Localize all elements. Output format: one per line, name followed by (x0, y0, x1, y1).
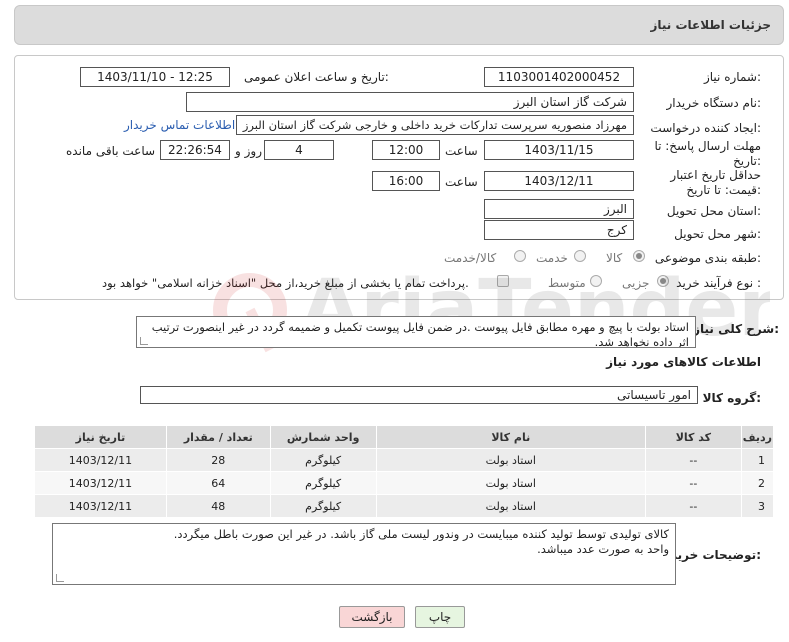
buyer-contact-link[interactable]: اطلاعات تماس خریدار (124, 118, 235, 132)
deadline-label: مهلت ارسال پاسخ: تا تاریخ: (654, 139, 761, 168)
category-radio-service[interactable] (574, 250, 586, 262)
col-header-need-date: تاریخ نیاز (34, 425, 167, 449)
cell-name: استاد بولت (375, 494, 646, 518)
cell-quantity: 48 (165, 494, 271, 518)
validity-time-field[interactable]: 16:00 (372, 171, 440, 191)
cell-unit: کیلوگرم (269, 448, 377, 472)
buyer-notes-textarea[interactable]: کالای تولیدی توسط تولید کننده میبایست در… (52, 523, 676, 585)
cell-code: -- (644, 494, 742, 518)
buyer-org-label: نام دستگاه خریدار: (666, 96, 762, 110)
category-option-goods: کالا (606, 251, 623, 265)
need-description-label: شرح کلی نیاز: (693, 322, 779, 336)
category-radio-goods-service[interactable] (514, 250, 526, 262)
col-header-code: کد کالا (644, 425, 742, 449)
deadline-time-field[interactable]: 12:00 (372, 140, 440, 160)
remaining-time-field[interactable]: 22:26:54 (160, 140, 230, 160)
creator-label: ایجاد کننده درخواست: (650, 121, 761, 135)
cell-row-number: 1 (740, 448, 775, 472)
cell-unit: کیلوگرم (269, 471, 377, 495)
category-radio-goods[interactable] (633, 250, 645, 262)
cell-need-date: 1403/12/11 (34, 471, 167, 495)
validity-time-label: ساعت (445, 175, 478, 189)
treasury-payment-checkbox[interactable] (497, 275, 509, 287)
cell-need-date: 1403/12/11 (34, 448, 167, 472)
page-title: جزئیات اطلاعات نیاز (650, 18, 771, 32)
table-row[interactable]: 3 -- استاد بولت کیلوگرم 48 1403/12/11 (34, 494, 775, 518)
need-number-label: شماره نیاز: (703, 70, 761, 84)
creator-field[interactable]: مهرزاد منصوریه سرپرست تدارکات خرید داخلی… (236, 115, 634, 135)
cell-quantity: 64 (165, 471, 271, 495)
process-radio-small[interactable] (657, 275, 669, 287)
col-header-quantity: تعداد / مقدار (165, 425, 271, 449)
cell-name: استاد بولت (375, 448, 646, 472)
cell-code: -- (644, 471, 742, 495)
cell-unit: کیلوگرم (269, 494, 377, 518)
cell-quantity: 28 (165, 448, 271, 472)
need-description-text: استاد بولت با پیچ و مهره مطابق فایل پیوس… (151, 320, 689, 348)
print-button[interactable]: چاپ (415, 606, 465, 628)
back-button[interactable]: بازگشت (339, 606, 405, 628)
cell-row-number: 2 (740, 471, 775, 495)
resize-handle-icon[interactable] (56, 574, 64, 582)
goods-table: ردیف کد کالا نام کالا واحد شمارش تعداد /… (34, 425, 775, 518)
table-row[interactable]: 1 -- استاد بولت کیلوگرم 28 1403/12/11 (34, 448, 775, 472)
city-label: شهر محل تحویل: (674, 227, 761, 241)
process-radio-medium[interactable] (590, 275, 602, 287)
treasury-payment-note: پرداخت تمام یا بخشی از مبلغ خرید،از محل … (102, 276, 469, 290)
col-header-row-number: ردیف (740, 425, 775, 449)
category-option-goods-service: کالا/خدمت (444, 251, 497, 265)
province-label: استان محل تحویل: (666, 204, 761, 218)
days-label: روز و (235, 144, 262, 158)
goods-group-field[interactable]: امور تاسیساتی (140, 386, 698, 404)
table-row[interactable]: 2 -- استاد بولت کیلوگرم 64 1403/12/11 (34, 471, 775, 495)
validity-date-field[interactable]: 1403/12/11 (484, 171, 634, 191)
cell-code: -- (644, 448, 742, 472)
deadline-date-field[interactable]: 1403/11/15 (484, 140, 634, 160)
cell-row-number: 3 (740, 494, 775, 518)
table-header-row: ردیف کد کالا نام کالا واحد شمارش تعداد /… (34, 425, 775, 449)
buyer-org-field[interactable]: شرکت گاز استان البرز (186, 92, 634, 112)
deadline-time-label: ساعت (445, 144, 478, 158)
city-field[interactable]: کرج (484, 220, 634, 240)
process-option-medium: متوسط (548, 276, 586, 290)
resize-handle-icon[interactable] (140, 337, 148, 345)
process-option-small: جزیی (622, 276, 650, 290)
need-number-field[interactable]: 1103001402000452 (484, 67, 634, 87)
goods-section-title: اطلاعات کالاهای مورد نیاز (606, 355, 761, 369)
process-label: نوع فرآیند خرید : (676, 276, 761, 290)
province-field[interactable]: البرز (484, 199, 634, 219)
days-remaining-field[interactable]: 4 (264, 140, 334, 160)
category-option-service: خدمت (536, 251, 568, 265)
remaining-time-label: ساعت باقی مانده (66, 144, 156, 158)
buyer-notes-line-2: واحد به صورت عدد میباشد. (537, 542, 669, 556)
validity-label: حداقل تاریخ اعتبار قیمت: تا تاریخ: (670, 168, 761, 197)
goods-group-label: گروه کالا: (702, 391, 761, 405)
announce-label: تاریخ و ساعت اعلان عمومی: (244, 70, 389, 84)
cell-name: استاد بولت (375, 471, 646, 495)
col-header-unit: واحد شمارش (269, 425, 377, 449)
announce-datetime-field[interactable]: 1403/11/10 - 12:25 (80, 67, 230, 87)
buyer-notes-line-1: کالای تولیدی توسط تولید کننده میبایست در… (173, 527, 669, 541)
col-header-name: نام کالا (375, 425, 646, 449)
category-label: طبقه بندی موضوعی: (654, 251, 761, 265)
need-description-textarea[interactable]: استاد بولت با پیچ و مهره مطابق فایل پیوس… (136, 316, 696, 348)
cell-need-date: 1403/12/11 (34, 494, 167, 518)
